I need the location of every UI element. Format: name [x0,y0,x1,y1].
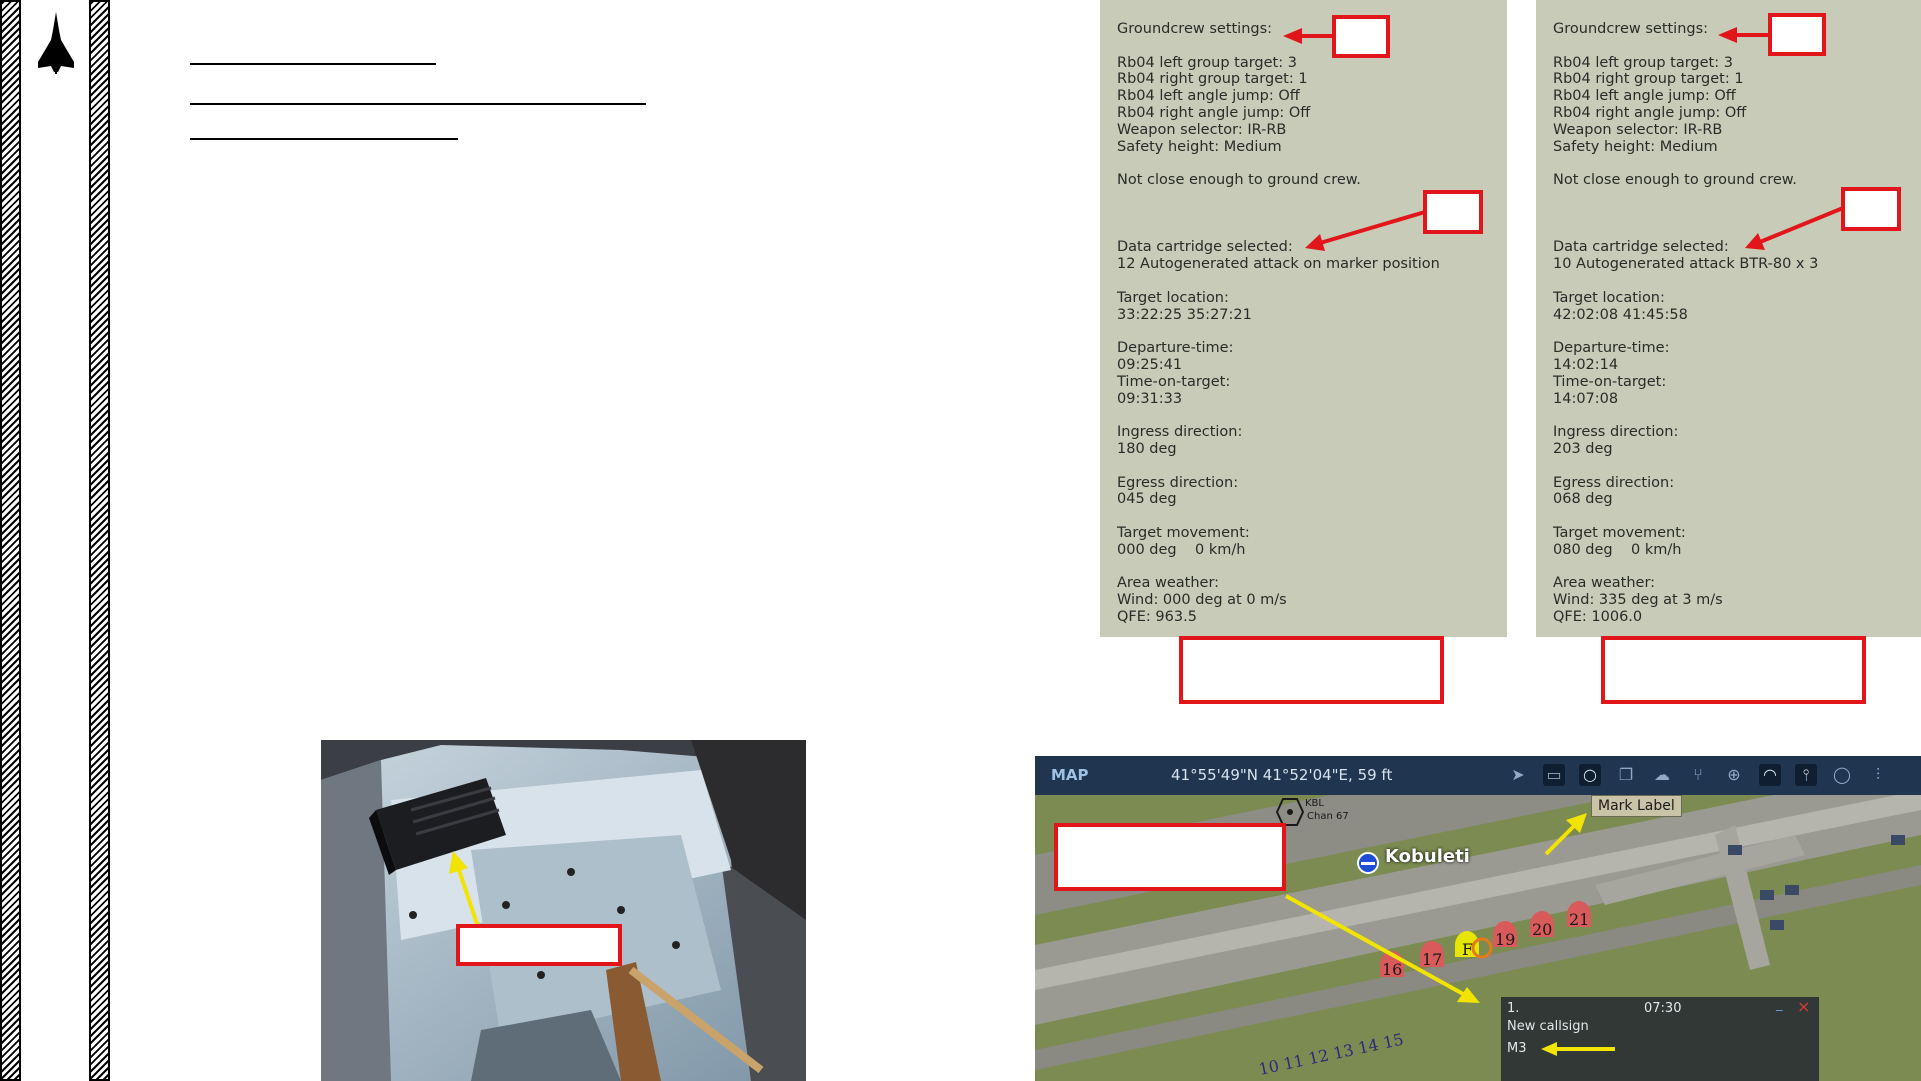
parking-numbers: 10 11 12 13 14 15 [1257,1030,1405,1079]
shelter-label: 20 [1532,920,1552,939]
crosshair-icon[interactable]: ⊕ [1723,764,1745,786]
map-toolbar: MAP 41°55'49"N 41°52'04"E, 59 ft ➤ ▭ ○ ❐… [1035,756,1921,795]
marker-time: 07:30 [1644,1001,1682,1016]
minimize-button[interactable]: _ [1776,997,1783,1012]
marker-callsign[interactable]: New callsign [1507,1019,1589,1034]
map-title: MAP [1051,766,1089,784]
panel-caption-box-1 [1179,636,1444,704]
groundcrew-callout-box-2 [1768,13,1826,56]
map-coordinates: 41°55'49"N 41°52'04"E, 59 ft [1171,766,1393,784]
send-icon[interactable]: ➤ [1507,764,1529,786]
chat-icon[interactable]: ◯ [1831,764,1853,786]
shelter-label: 19 [1495,930,1515,949]
map-view: MAP 41°55'49"N 41°52'04"E, 59 ft ➤ ▭ ○ ❐… [1035,756,1921,1081]
shelter-label: F [1462,940,1473,959]
marker-popup[interactable]: 1. 07:30 _ × New callsign M3 [1501,997,1819,1081]
groundcrew-callout-box-1 [1332,15,1390,58]
layers-icon[interactable]: ❐ [1615,764,1637,786]
circle-mark-icon[interactable]: ○ [1579,764,1601,786]
panel-caption-box-2 [1601,636,1866,704]
shelter-label: 21 [1569,910,1589,929]
equalizer-icon[interactable]: ⫶ [1867,764,1889,786]
marker-index: 1. [1507,1001,1520,1016]
cartridge-callout-box-1 [1423,190,1483,234]
cloud-icon[interactable]: ☁ [1651,764,1673,786]
battery-icon[interactable]: ▭ [1543,764,1565,786]
cartridge-callout-box-2 [1841,187,1901,231]
shelter-label: 17 [1422,950,1442,969]
graph-icon[interactable]: ⑂ [1687,764,1709,786]
close-button[interactable]: × [1797,997,1810,1016]
marker-label-input[interactable]: M3 [1507,1041,1527,1056]
shelter-label: 16 [1382,960,1402,979]
airfield-callout-box [1054,823,1286,891]
wifi-icon[interactable]: ◠ [1759,764,1781,786]
label-arrow [1541,1042,1615,1056]
tower-icon[interactable]: ⫯ [1795,764,1817,786]
